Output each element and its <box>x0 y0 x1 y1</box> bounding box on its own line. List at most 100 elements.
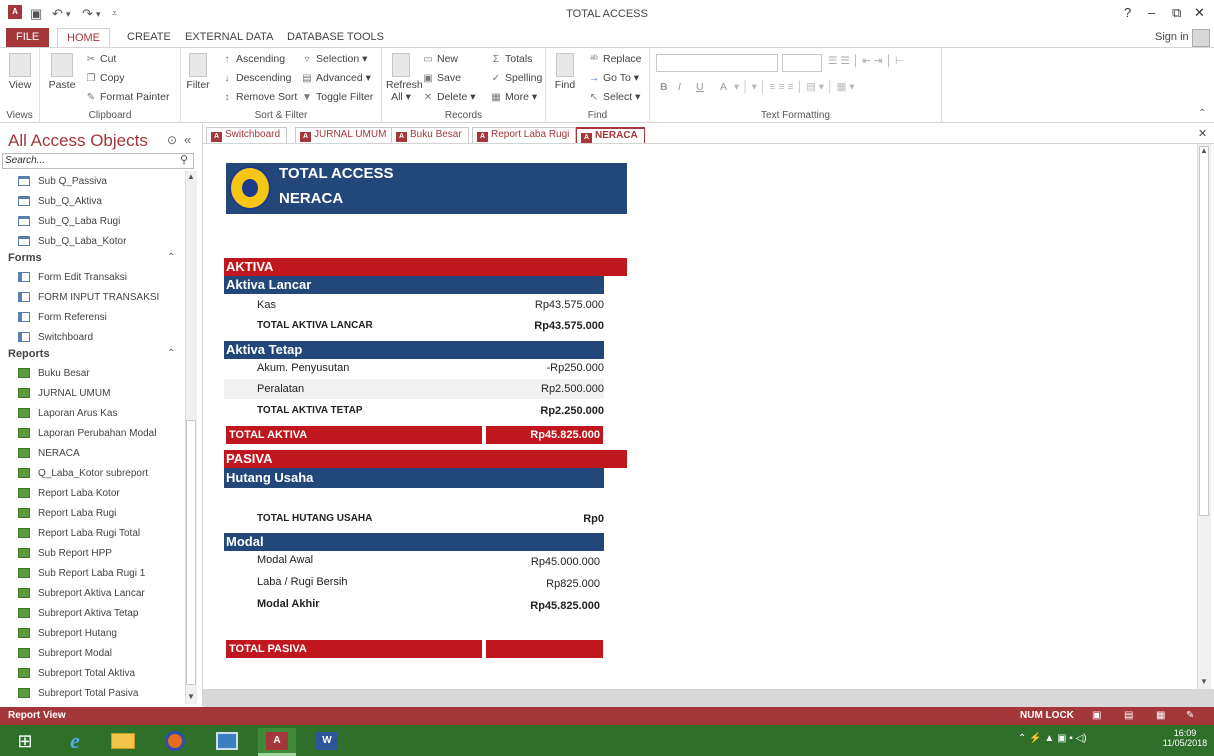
user-avatar-icon[interactable] <box>1192 29 1210 47</box>
report-scrollbar-thumb[interactable] <box>1199 146 1209 516</box>
totals-button[interactable]: Σ Totals <box>490 53 533 65</box>
nav-item-query[interactable]: Sub_Q_Laba Rugi <box>18 212 120 232</box>
tab-file[interactable]: FILE <box>6 28 50 48</box>
scroll-up-icon[interactable]: ▲ <box>187 172 195 181</box>
tab-database-tools[interactable]: DATABASE TOOLS <box>278 28 393 48</box>
nav-item-report[interactable]: Subreport Hutang <box>18 624 117 644</box>
doc-tab-neraca[interactable]: A NERACA <box>576 127 645 143</box>
internet-explorer-icon[interactable]: e <box>56 728 94 754</box>
windows-start-icon[interactable]: ⊞ <box>6 728 44 754</box>
clock[interactable]: 16:09 11/05/2018 <box>1160 728 1210 748</box>
scroll-up-icon[interactable]: ▲ <box>1200 146 1208 155</box>
nav-item-query[interactable]: Sub_Q_Laba_Kotor <box>18 232 126 252</box>
tab-create[interactable]: CREATE <box>118 28 180 48</box>
collapse-group-icon[interactable]: ⌃ <box>167 252 175 263</box>
descending-button[interactable]: ↓ Descending <box>221 72 292 84</box>
replace-button[interactable]: ᵃᵇ Replace <box>588 53 641 65</box>
restore-button[interactable]: ⧉ <box>1172 5 1181 21</box>
shutter-bar-icon[interactable]: « <box>184 132 191 147</box>
copy-button[interactable]: ❐ Copy <box>85 72 125 84</box>
nav-item-query[interactable]: Sub_Q_Aktiva <box>18 192 102 212</box>
design-view-icon[interactable]: ✎ <box>1186 707 1194 725</box>
remove-sort-button[interactable]: ↕ Remove Sort <box>221 91 298 103</box>
nav-item-report[interactable]: Subreport Modal <box>18 644 112 664</box>
doc-tab-buku-besar[interactable]: A Buku Besar <box>391 127 469 143</box>
new-record-button[interactable]: ▭ New <box>422 53 458 65</box>
nav-item-report[interactable]: Buku Besar <box>18 364 90 384</box>
nav-item-form[interactable]: Form Edit Transaksi <box>18 268 127 288</box>
tab-home[interactable]: HOME <box>57 28 110 49</box>
align-icons[interactable]: ▾ │ ▾ │ ≡ ≡ ≡ │ ▤ ▾ │ ▦ ▾ <box>734 81 855 93</box>
close-document-icon[interactable]: ✕ <box>1198 127 1207 140</box>
cut-button[interactable]: ✂ Cut <box>85 53 117 65</box>
filter-button[interactable]: Filter <box>185 53 211 91</box>
nav-menu-icon[interactable]: ⊙ <box>167 133 177 147</box>
spelling-button[interactable]: ✓ Spelling <box>490 72 543 84</box>
minimize-button[interactable]: – <box>1148 5 1155 20</box>
nav-item-form[interactable]: Form Referensi <box>18 308 107 328</box>
bold-button[interactable]: B <box>660 81 668 93</box>
remote-desktop-icon[interactable] <box>208 728 246 754</box>
nav-item-report[interactable]: Sub Report Laba Rugi 1 <box>18 564 145 584</box>
delete-record-button[interactable]: ✕ Delete ▾ <box>422 91 476 103</box>
doc-tab-jurnal-umum[interactable]: A JURNAL UMUM <box>295 127 394 143</box>
nav-item-query[interactable]: Sub Q_Passiva <box>18 172 107 192</box>
help-button[interactable]: ? <box>1124 5 1131 20</box>
layout-view-icon[interactable]: ▦ <box>1156 707 1165 725</box>
ascending-button[interactable]: ↑ Ascending <box>221 53 286 65</box>
nav-item-report[interactable]: Report Laba Kotor <box>18 484 120 504</box>
close-button[interactable]: ✕ <box>1194 5 1205 21</box>
collapse-ribbon-icon[interactable]: ⌃ <box>1198 108 1206 119</box>
nav-item-report[interactable]: Sub Report HPP <box>18 544 112 564</box>
search-icon[interactable]: ⚲ <box>180 153 188 166</box>
nav-item-report[interactable]: Laporan Perubahan Modal <box>18 424 156 444</box>
access-taskbar-icon[interactable]: A <box>258 728 296 754</box>
italic-button[interactable]: I <box>678 81 681 93</box>
more-button[interactable]: ▦ More ▾ <box>490 91 537 103</box>
nav-item-report[interactable]: JURNAL UMUM <box>18 384 110 404</box>
scroll-down-icon[interactable]: ▼ <box>187 692 195 701</box>
firefox-icon[interactable] <box>156 728 194 754</box>
collapse-group-icon[interactable]: ⌃ <box>167 348 175 359</box>
toggle-filter-button[interactable]: ▼ Toggle Filter <box>301 91 373 103</box>
nav-item-report[interactable]: Laporan Arus Kas <box>18 404 118 424</box>
goto-button[interactable]: → Go To ▾ <box>588 72 639 84</box>
nav-item-report[interactable]: Subreport Aktiva Tetap <box>18 604 138 624</box>
report-horizontal-scrollbar[interactable] <box>203 689 1214 707</box>
nav-group-forms[interactable]: Forms <box>8 252 42 268</box>
file-explorer-icon[interactable] <box>104 728 142 754</box>
font-size-combo[interactable] <box>782 54 822 72</box>
format-painter-button[interactable]: ✎ Format Painter <box>85 91 170 103</box>
nav-item-form[interactable]: Switchboard <box>18 328 93 348</box>
font-color-button[interactable]: A <box>720 81 727 93</box>
scroll-down-icon[interactable]: ▼ <box>1200 677 1208 686</box>
nav-item-report[interactable]: Subreport Total Aktiva <box>18 664 135 684</box>
nav-item-report[interactable]: Subreport Aktiva Lancar <box>18 584 145 604</box>
doc-tab-report-laba-rugi[interactable]: A Report Laba Rugi <box>472 127 577 143</box>
doc-tab-switchboard[interactable]: A Switchboard <box>206 127 288 143</box>
font-name-combo[interactable] <box>656 54 778 72</box>
nav-search-input[interactable]: Search... <box>2 153 194 169</box>
tab-external-data[interactable]: EXTERNAL DATA <box>176 28 282 48</box>
save-record-button[interactable]: ▣ Save <box>422 72 461 84</box>
print-preview-icon[interactable]: ▤ <box>1124 707 1133 725</box>
report-view-icon[interactable]: ▣ <box>1092 707 1101 725</box>
nav-item-report[interactable]: Report Laba Rugi <box>18 504 116 524</box>
nav-pane-title[interactable]: All Access Objects <box>8 131 148 151</box>
nav-group-reports[interactable]: Reports <box>8 348 50 364</box>
refresh-all-button[interactable]: Refresh All ▾ <box>386 53 423 103</box>
selection-button[interactable]: ▿ Selection ▾ <box>301 53 367 65</box>
find-button[interactable]: Find <box>552 53 578 91</box>
paste-button[interactable]: Paste <box>45 53 79 91</box>
nav-item-report[interactable]: Report Laba Rugi Total <box>18 524 140 544</box>
system-tray-icons[interactable]: ⌃ ⚡ ▲ ▣ ▪ ◁) <box>1018 733 1087 744</box>
select-button[interactable]: ↖ Select ▾ <box>588 91 641 103</box>
nav-item-form[interactable]: FORM INPUT TRANSAKSI <box>18 288 159 308</box>
underline-button[interactable]: U <box>696 81 704 93</box>
nav-item-report[interactable]: Subreport Total Pasiva <box>18 684 138 704</box>
bullets-icon[interactable]: ☰ ☰ │ ⇤ ⇥ │ ⊢ <box>828 55 904 67</box>
nav-scrollbar-thumb[interactable] <box>186 420 196 685</box>
view-button[interactable]: View <box>4 53 36 91</box>
nav-item-report[interactable]: Q_Laba_Kotor subreport <box>18 464 148 484</box>
word-taskbar-icon[interactable]: W <box>308 728 346 754</box>
